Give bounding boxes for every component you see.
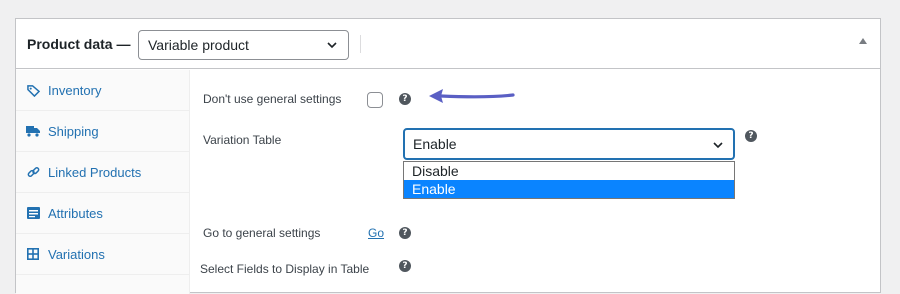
sidebar-item-linked-products[interactable]: Linked Products (16, 152, 189, 193)
help-icon[interactable]: ? (745, 130, 757, 142)
chevron-down-icon (327, 42, 337, 49)
panel-title: Product data — (27, 36, 131, 52)
go-general-label: Go to general settings (203, 226, 321, 240)
panel-header: Product data — Variable product (16, 19, 880, 69)
general-settings-checkbox[interactable] (367, 92, 383, 108)
product-type-select[interactable]: Variable product (138, 30, 349, 60)
help-icon[interactable]: ? (399, 260, 411, 272)
variation-table-select[interactable]: Enable (403, 128, 735, 160)
product-data-tabs: Inventory Shipping Linked Products Attri… (16, 70, 190, 294)
sidebar-item-attributes[interactable]: Attributes (16, 193, 189, 234)
go-link[interactable]: Go (368, 226, 384, 240)
sidebar-item-shipping[interactable]: Shipping (16, 111, 189, 152)
product-data-content: Don't use general settings ? Variation T… (191, 70, 880, 292)
sidebar-item-label: Inventory (48, 82, 102, 98)
header-separator (360, 35, 361, 53)
variation-table-label: Variation Table (203, 133, 282, 147)
sidebar-item-inventory[interactable]: Inventory (16, 70, 189, 111)
variation-table-value: Enable (413, 136, 457, 152)
dropdown-option-disable[interactable]: Disable (404, 162, 734, 180)
annotation-arrow-icon (429, 89, 515, 103)
truck-icon (26, 124, 40, 138)
sidebar-item-label: Variations (48, 246, 105, 262)
dropdown-option-enable[interactable]: Enable (404, 180, 734, 198)
product-data-panel: Product data — Variable product Inventor… (15, 18, 881, 294)
sidebar-item-variations[interactable]: Variations (16, 234, 189, 275)
sidebar-item-label: Linked Products (48, 164, 142, 180)
collapse-toggle-icon[interactable] (859, 38, 867, 44)
sidebar-item-label: Attributes (48, 205, 103, 221)
product-type-value: Variable product (148, 37, 249, 53)
sidebar-item-label: Shipping (48, 123, 99, 139)
variation-table-dropdown: Disable Enable (403, 161, 735, 199)
chevron-down-icon (713, 142, 723, 149)
list-icon (26, 206, 40, 220)
select-fields-label: Select Fields to Display in Table (200, 262, 370, 276)
tag-icon (26, 83, 40, 97)
grid-icon (26, 247, 40, 261)
general-settings-label: Don't use general settings (203, 92, 342, 106)
link-icon (26, 165, 40, 179)
help-icon[interactable]: ? (399, 227, 411, 239)
help-icon[interactable]: ? (399, 93, 411, 105)
